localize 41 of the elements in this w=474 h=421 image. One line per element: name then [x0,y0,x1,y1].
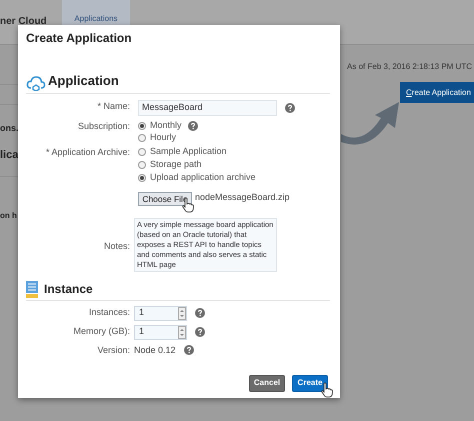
page-text: on h [0,210,17,222]
radio-button[interactable] [138,174,146,182]
help-icon[interactable] [188,120,198,130]
field-label: * Name: [97,100,130,112]
section-heading: Instance [44,280,93,298]
page-text: ons. [0,122,19,135]
radio-label: Monthly [150,118,182,132]
create-application-button[interactable]: Create Application [400,82,474,103]
field-label: Version: [97,344,130,356]
radio-label: Sample Application [150,144,227,158]
number-field[interactable]: 1 [134,306,187,320]
cancel-button[interactable]: Cancel [249,374,285,392]
field-label: Notes: [104,240,130,252]
section-heading: Application [48,72,119,90]
help-icon[interactable] [285,102,295,112]
file-name: nodeMessageBoard.zip [195,190,290,204]
radio-label: Storage path [150,158,202,171]
radio-label: Hourly [150,130,176,144]
spin-arrows-icon[interactable] [178,306,186,320]
page-text: lica [0,148,18,163]
name-field[interactable]: MessageBoard [138,100,277,116]
radio-button[interactable] [138,134,146,142]
radio-label: Upload application archive [150,170,256,184]
field-label: Instances: [88,306,130,320]
header-title: ner Cloud [0,15,47,29]
timestamp: As of Feb 3, 2016 2:18:13 PM UTC [347,61,472,73]
help-icon[interactable] [195,327,205,337]
create-button[interactable]: Create [292,374,328,392]
version-value: Node 0.12 [134,344,176,356]
server-icon [26,280,38,298]
radio-button[interactable] [138,160,146,168]
radio-button[interactable] [138,122,146,130]
cloud-icon [26,74,46,90]
field-label: Subscription: [78,120,130,133]
spin-arrows-icon[interactable] [178,326,186,338]
field-label: * Application Archive: [46,146,130,159]
help-icon[interactable] [195,308,205,318]
number-field[interactable]: 1 [134,324,187,340]
help-icon[interactable] [184,345,194,356]
radio-button[interactable] [138,148,146,156]
field-label: Memory (GB): [73,325,130,338]
